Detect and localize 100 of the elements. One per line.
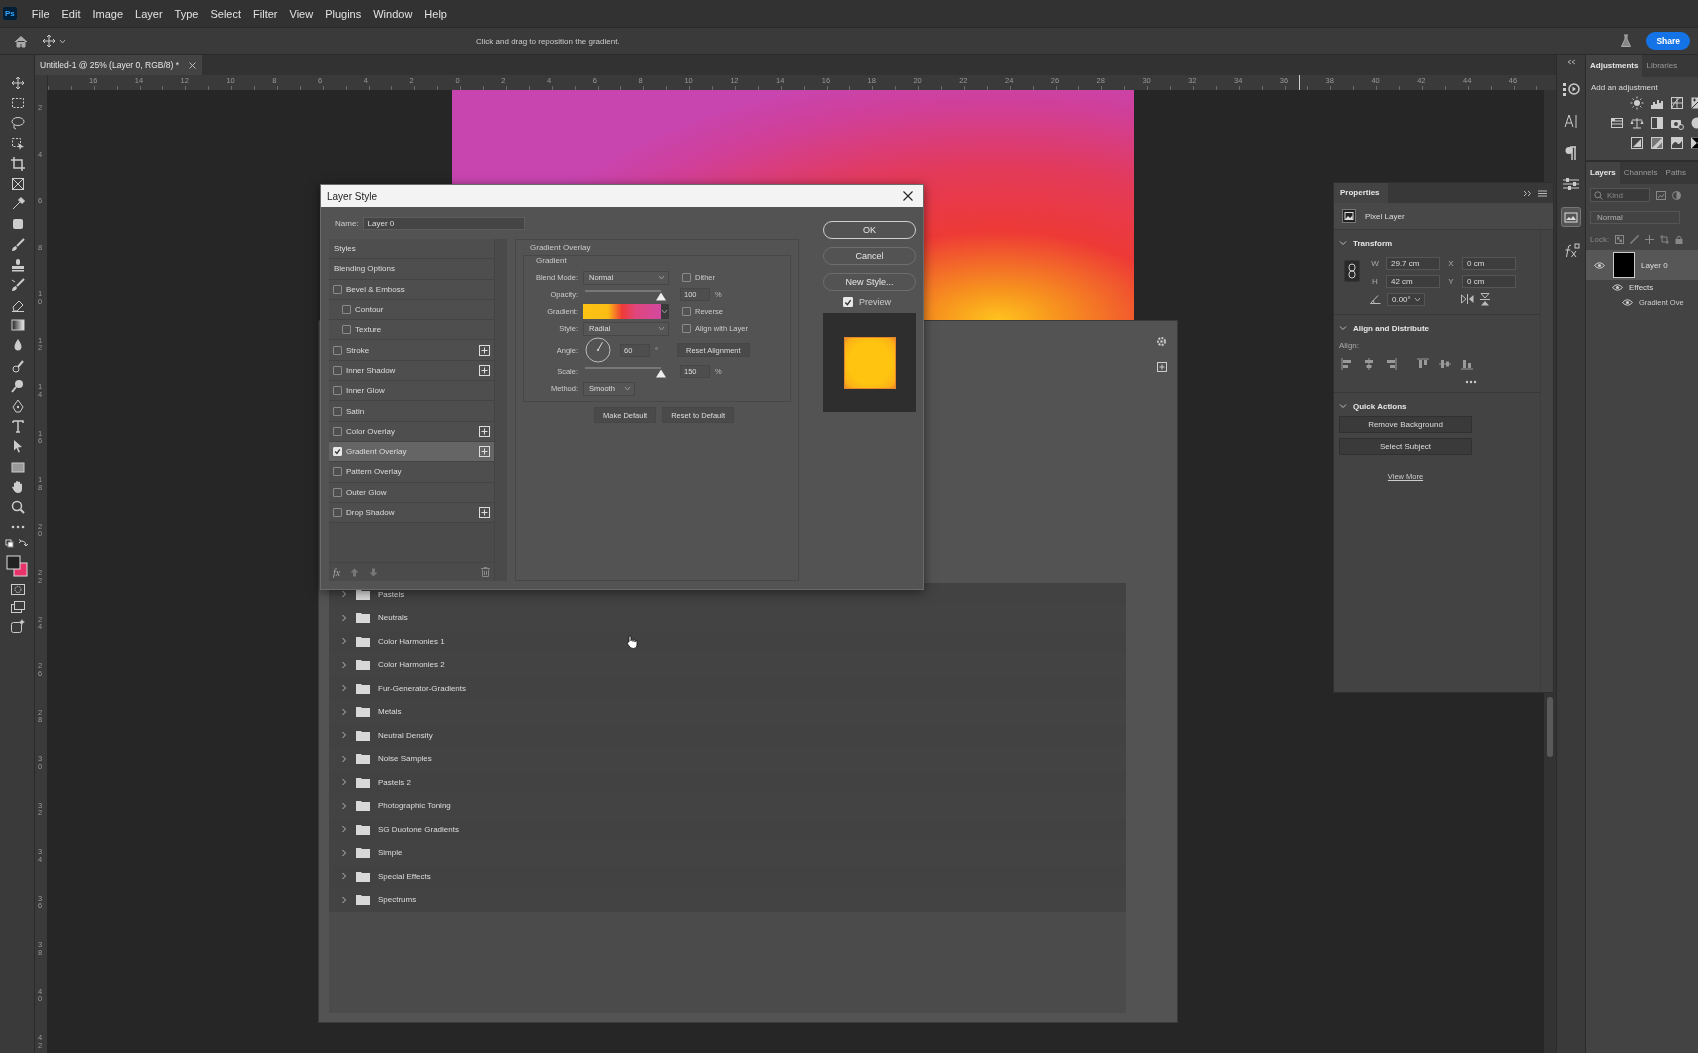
add-icon[interactable] (1156, 362, 1167, 372)
chevron-icon[interactable] (340, 895, 348, 904)
align-left-edges-icon[interactable] (1341, 358, 1353, 370)
chevron-icon[interactable] (340, 848, 348, 857)
checkbox[interactable] (333, 426, 342, 436)
color-swatches-icon[interactable] (5, 553, 29, 578)
panel-tab[interactable]: Properties (1334, 183, 1388, 203)
menu-item[interactable]: View (283, 5, 320, 22)
checkbox[interactable] (333, 284, 342, 294)
flip-horizontal-icon[interactable] (1461, 294, 1474, 304)
add-icon[interactable] (479, 446, 490, 458)
checkbox[interactable] (682, 307, 691, 316)
panel-tab[interactable]: Paths (1661, 162, 1691, 184)
fx-button[interactable]: fx (333, 566, 341, 578)
type-icon[interactable] (10, 418, 26, 435)
threshold-icon[interactable] (1670, 136, 1684, 150)
move-tool-button[interactable] (42, 34, 66, 48)
checkbox[interactable] (333, 345, 342, 355)
home-icon[interactable] (14, 34, 28, 48)
angle-dropdown[interactable]: 0.00° (1387, 292, 1425, 306)
scale-balance-icon[interactable] (1630, 116, 1644, 130)
panel-tab[interactable]: Adjustments (1586, 55, 1643, 77)
invert-icon[interactable] (1630, 136, 1644, 150)
align-bottom-edges-icon[interactable] (1461, 358, 1473, 370)
name-field[interactable]: Layer 0 (362, 216, 525, 230)
checkbox[interactable] (333, 508, 342, 517)
dialog-button[interactable]: New Style... (823, 273, 916, 291)
character-icon[interactable] (1563, 113, 1579, 129)
learn-icon[interactable] (1562, 81, 1580, 97)
chevron-icon[interactable] (1339, 324, 1347, 332)
eye-icon[interactable] (1622, 299, 1633, 306)
layer-row[interactable]: Layer 0 (1586, 250, 1698, 280)
align-top-edges-icon[interactable] (1417, 358, 1429, 370)
chevron-icon[interactable] (340, 778, 348, 787)
magnifier-tool-icon[interactable] (10, 377, 26, 394)
screen-mode-icon[interactable] (10, 599, 26, 614)
history-brush-icon[interactable] (10, 276, 26, 293)
chevron-icon[interactable] (1339, 239, 1347, 247)
lock-move-icon[interactable] (1645, 234, 1655, 244)
chevron-icon[interactable] (340, 825, 348, 834)
menu-item[interactable]: Help (418, 5, 453, 22)
align-right-edges-icon[interactable] (1385, 358, 1397, 370)
half-square-icon[interactable] (1650, 116, 1664, 130)
checkbox[interactable] (333, 467, 342, 477)
close-icon[interactable] (903, 191, 913, 201)
slider-thumb[interactable] (656, 292, 666, 301)
panel-tab[interactable]: Layers (1586, 162, 1620, 184)
gradient-folder-row[interactable]: Spectrums (329, 888, 1126, 912)
menu-item[interactable]: Edit (55, 5, 87, 22)
gradient-folder-row[interactable]: Noise Samples (329, 747, 1126, 771)
checkbox[interactable] (843, 297, 853, 307)
align-vertical-centers-icon[interactable] (1439, 358, 1451, 370)
checkbox[interactable] (333, 487, 342, 497)
menu-item[interactable]: Image (86, 5, 130, 22)
trash-icon[interactable] (481, 567, 490, 577)
library-icon[interactable] (1561, 207, 1581, 227)
collapse-icon[interactable] (1523, 189, 1532, 197)
gradient-folder-row[interactable]: Color Harmonies 2 (329, 653, 1126, 677)
style-list-item[interactable]: Gradient Overlay (329, 441, 494, 463)
vibrance-icon[interactable] (1610, 116, 1624, 130)
selection-icon[interactable] (10, 135, 26, 152)
quick-mask-icon[interactable] (10, 581, 26, 596)
gradient-folder-row[interactable]: Neutrals (329, 606, 1126, 630)
panel-tab[interactable]: Channels (1619, 162, 1662, 184)
menu-item[interactable]: File (25, 5, 56, 22)
gradient-folder-row[interactable]: Fur-Generator-Gradients (329, 677, 1126, 701)
section-header[interactable]: Align and Distribute (1339, 321, 1535, 335)
panel-tab[interactable]: Libraries (1642, 55, 1682, 77)
eye-icon[interactable] (1594, 261, 1605, 269)
add-icon[interactable] (479, 364, 490, 376)
checkbox[interactable] (333, 386, 342, 396)
gradient-icon[interactable] (10, 317, 26, 334)
curves-grid-icon[interactable] (1670, 96, 1684, 110)
brush-icon[interactable] (10, 236, 26, 253)
blend-mode-dropdown[interactable]: Normal (1590, 210, 1680, 224)
quick-action-button[interactable]: Select Subject (1339, 438, 1472, 455)
menu-item[interactable]: Filter (247, 5, 284, 22)
settings-icon[interactable] (1156, 336, 1167, 347)
section-header[interactable]: Quick Actions (1339, 399, 1535, 413)
image-filter-icon[interactable] (1656, 190, 1666, 200)
gradient-folder-row[interactable]: Neutral Density (329, 724, 1126, 748)
gradient-folder-row[interactable]: Special Effects (329, 865, 1126, 889)
swap-colors-icon[interactable] (4, 539, 30, 550)
chevron-icon[interactable] (340, 707, 348, 716)
checkbox[interactable] (342, 305, 351, 315)
lock-pixels-icon[interactable] (1615, 234, 1625, 244)
sun-icon[interactable] (1630, 96, 1644, 110)
share-button[interactable]: Share (1646, 32, 1690, 50)
link-icon[interactable] (1344, 260, 1360, 282)
stamp-icon[interactable] (10, 256, 26, 273)
checkbox[interactable] (333, 406, 342, 416)
input-field[interactable]: 0 cm (1462, 256, 1516, 270)
angle-dial[interactable] (585, 337, 611, 363)
checkbox[interactable] (342, 325, 351, 335)
filter-field[interactable]: Kind (1590, 188, 1650, 202)
zoom-icon[interactable] (10, 498, 26, 515)
section-header[interactable]: Transform (1339, 236, 1535, 250)
chevron-icon[interactable] (340, 660, 348, 669)
panel-menu-icon[interactable] (1538, 189, 1547, 197)
dialog-button[interactable]: OK (823, 221, 916, 239)
